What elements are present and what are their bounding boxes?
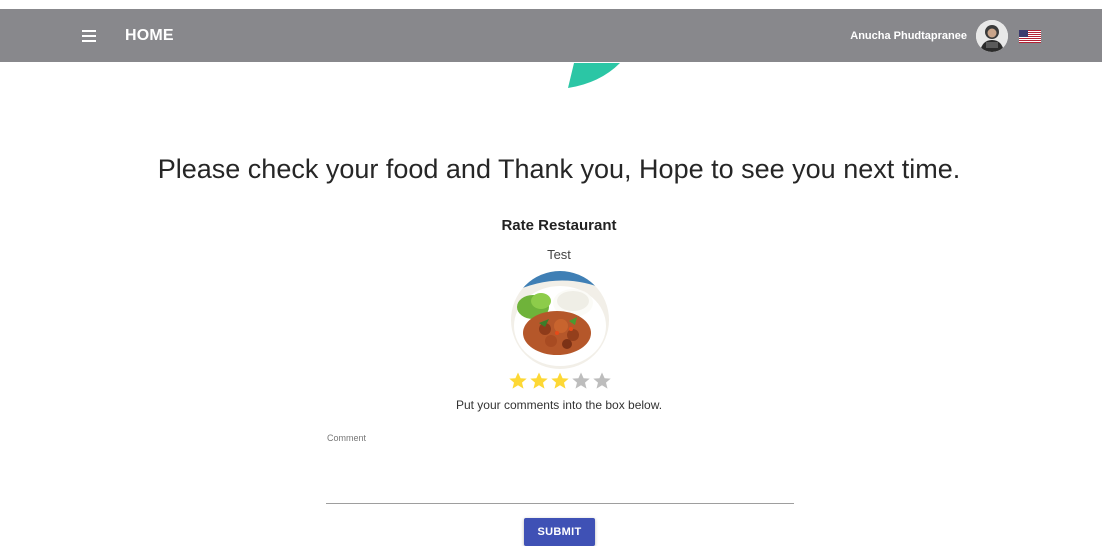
comment-instructions: Put your comments into the box below. bbox=[455, 398, 663, 412]
star-empty-icon[interactable] bbox=[571, 371, 591, 391]
comment-field[interactable] bbox=[326, 448, 794, 504]
hamburger-menu-icon[interactable] bbox=[80, 25, 98, 45]
star-empty-icon[interactable] bbox=[592, 371, 612, 391]
thank-you-message: Please check your food and Thank you, Ho… bbox=[157, 154, 961, 184]
page-title[interactable]: HOME bbox=[125, 27, 174, 45]
restaurant-name: Test bbox=[547, 247, 571, 262]
food-image bbox=[511, 271, 609, 369]
avatar[interactable] bbox=[976, 20, 1008, 52]
star-filled-icon[interactable] bbox=[529, 371, 549, 391]
star-rating[interactable] bbox=[508, 371, 612, 391]
rate-restaurant-title: Rate Restaurant bbox=[501, 217, 617, 234]
us-flag-icon[interactable] bbox=[1019, 30, 1041, 43]
user-name: Anucha Phudtapranee bbox=[850, 30, 967, 42]
decorative-shape bbox=[560, 55, 640, 95]
star-filled-icon[interactable] bbox=[550, 371, 570, 391]
top-app-bar: HOME Anucha Phudtapranee bbox=[0, 9, 1102, 62]
comment-label: Comment bbox=[327, 433, 367, 443]
star-filled-icon[interactable] bbox=[508, 371, 528, 391]
